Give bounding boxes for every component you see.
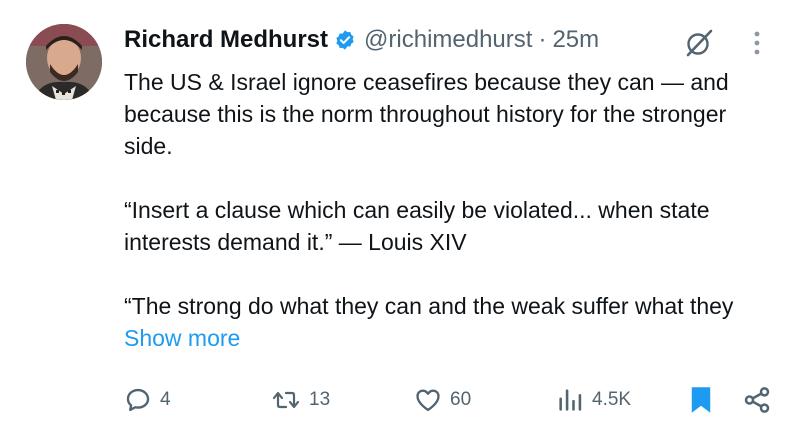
repost-icon: [271, 386, 301, 414]
header-separator: ·: [538, 26, 547, 53]
reply-count: 4: [160, 389, 171, 410]
action-bar: 4 13 60 4.5K: [0, 380, 800, 420]
reply-icon: [124, 386, 152, 414]
repost-button[interactable]: 13: [271, 380, 330, 420]
tweet-text: The US & Israel ignore ceasefires becaus…: [124, 66, 774, 354]
avatar[interactable]: [26, 24, 102, 100]
views-chart-icon: [556, 386, 584, 414]
share-button[interactable]: [742, 380, 772, 420]
like-count: 60: [450, 389, 472, 410]
tweet-paragraph-text: “The strong do what they can and the wea…: [124, 293, 734, 319]
repost-count: 13: [309, 389, 331, 410]
grok-icon[interactable]: [682, 26, 716, 60]
bookmark-icon: [688, 385, 714, 415]
like-button[interactable]: 60: [414, 380, 471, 420]
reply-button[interactable]: 4: [124, 380, 171, 420]
tweet-paragraph: “Insert a clause which can easily be vio…: [124, 197, 710, 255]
more-options-icon[interactable]: [748, 26, 766, 60]
heart-icon: [414, 386, 442, 414]
verified-badge-icon: [334, 29, 356, 51]
bookmark-button[interactable]: [688, 380, 714, 420]
tweet-paragraph-truncated: “The strong do what they can and the wea…: [124, 290, 774, 354]
tweet-header: Richard Medhurst @richimedhurst · 25m: [124, 24, 599, 56]
tweet-paragraph: The US & Israel ignore ceasefires becaus…: [124, 69, 729, 159]
views-button[interactable]: 4.5K: [556, 380, 631, 420]
avatar-image: [26, 24, 102, 100]
author-handle[interactable]: @richimedhurst: [364, 26, 532, 54]
tweet: Richard Medhurst @richimedhurst · 25m Th…: [0, 0, 800, 440]
share-icon: [742, 385, 772, 415]
author-name[interactable]: Richard Medhurst: [124, 26, 328, 54]
show-more-link[interactable]: Show more: [124, 325, 240, 351]
post-time[interactable]: 25m: [552, 26, 599, 54]
view-count: 4.5K: [592, 389, 632, 410]
